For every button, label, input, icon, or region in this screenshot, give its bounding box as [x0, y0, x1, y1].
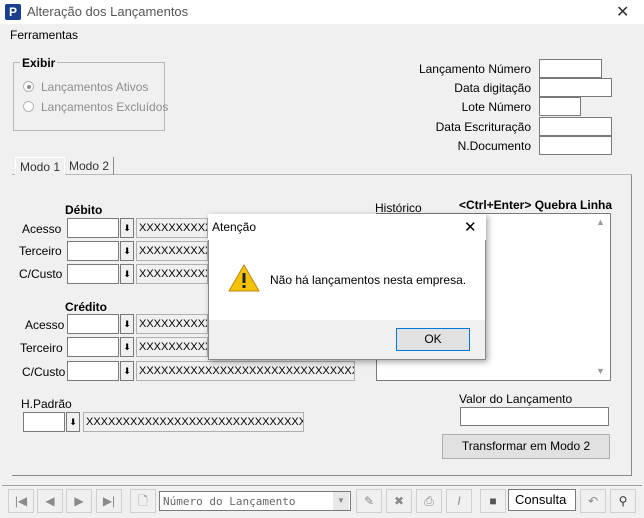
label-data-digitacao: Data digitação — [454, 81, 531, 95]
new-document-icon[interactable]: 🗋 — [130, 489, 156, 513]
credito-ccusto-input[interactable] — [67, 361, 119, 381]
download-arrow-icon[interactable]: ⬇ — [120, 314, 134, 334]
h-padrao-description: XXXXXXXXXXXXXXXXXXXXXXXXXXXXXX — [83, 412, 304, 432]
app-icon: P — [5, 4, 21, 20]
download-arrow-icon[interactable]: ⬇ — [120, 264, 134, 284]
credito-ccusto-label: C/Custo — [22, 365, 66, 379]
debito-acesso-label: Acesso — [22, 222, 62, 236]
debito-ccusto-description: XXXXXXXXXXXXXXXXXXXXXXXXXXXXXXXXX — [136, 264, 208, 284]
numero-lancamento-combo[interactable]: Número do Lançamento — [159, 491, 351, 511]
debito-ccusto-label: C/Custo — [19, 267, 63, 281]
credito-acesso-label: Acesso — [25, 318, 65, 332]
lancamento-numero-input[interactable] — [539, 59, 602, 78]
download-arrow-icon[interactable]: ⬇ — [120, 241, 134, 261]
valor-label: Valor do Lançamento — [459, 392, 573, 406]
h-padrao-label: H.Padrão — [21, 397, 72, 411]
data-escrituracao-input[interactable] — [539, 117, 612, 136]
consulta-field[interactable]: Consulta — [508, 489, 576, 511]
menu-bar — [0, 25, 644, 43]
credito-ccusto-description: XXXXXXXXXXXXXXXXXXXXXXXXXXXXXXXXX — [136, 361, 355, 381]
radio-label-excluidos: Lançamentos Excluídos — [41, 100, 169, 114]
lote-numero-input[interactable] — [539, 97, 581, 116]
dialog-title: Atenção — [212, 220, 257, 234]
binoculars-icon[interactable]: ⚲ — [610, 489, 636, 513]
h-padrao-input[interactable] — [23, 412, 65, 432]
italic-icon[interactable]: I — [446, 489, 472, 513]
credito-terceiro-input[interactable] — [67, 337, 119, 357]
credito-acesso-description: XXXXXXXXXXXXXXXXXXXXXXXXXXXXXXXXX — [136, 314, 208, 334]
download-arrow-icon[interactable]: ⬇ — [120, 361, 134, 381]
chevron-down-icon[interactable]: ▼ — [333, 492, 349, 510]
label-data-escrituracao: Data Escrituração — [435, 120, 531, 134]
data-digitacao-input[interactable] — [539, 78, 612, 97]
edit-icon[interactable]: ✎ — [356, 489, 382, 513]
first-record-icon[interactable]: |◀ — [8, 489, 34, 513]
credito-terceiro-label: Terceiro — [20, 341, 63, 355]
ok-button[interactable]: OK — [396, 328, 470, 351]
window-title: Alteração dos Lançamentos — [27, 4, 189, 19]
n-documento-input[interactable] — [539, 136, 612, 155]
download-arrow-icon[interactable]: ⬇ — [120, 218, 134, 238]
credito-title: Crédito — [65, 300, 107, 314]
debito-acesso-description: XXXXXXXXXXXXXXXXXXXXXXXXXXXXXXXXX — [136, 218, 208, 238]
scroll-down-icon[interactable]: ▼ — [596, 366, 605, 376]
label-lancamento-numero: Lançamento Número — [418, 62, 531, 76]
undo-icon[interactable]: ↶ — [580, 489, 606, 513]
debito-title: Débito — [65, 203, 103, 217]
credito-acesso-input[interactable] — [67, 314, 119, 334]
radio-lancamentos-ativos[interactable] — [23, 81, 34, 92]
dialog-message: Não há lançamentos nesta empresa. — [270, 273, 467, 287]
save-icon[interactable]: ■ — [480, 489, 506, 513]
label-n-documento: N.Documento — [457, 139, 531, 153]
close-icon[interactable]: ✕ — [616, 2, 629, 22]
exibir-legend: Exibir — [20, 56, 58, 70]
valor-input[interactable] — [460, 407, 609, 426]
radio-lancamentos-excluidos[interactable] — [23, 101, 34, 112]
warning-icon — [228, 263, 260, 296]
delete-icon[interactable]: ✖ — [386, 489, 412, 513]
radio-label-ativos: Lançamentos Ativos — [41, 80, 149, 94]
debito-terceiro-description: XXXXXXXXXXXXXXXXXXXXXXXXXXXXXXXXX — [136, 241, 208, 261]
prior-record-icon[interactable]: ◀ — [37, 489, 63, 513]
debito-terceiro-label: Terceiro — [19, 244, 62, 258]
credito-terceiro-description: XXXXXXXXXXXXXXXXXXXXXXXXXXXXXXXXX — [136, 337, 208, 357]
tab-modo-1[interactable]: Modo 1 — [15, 157, 66, 175]
print-icon[interactable]: ⎙ — [416, 489, 442, 513]
debito-ccusto-input[interactable] — [67, 264, 119, 284]
exibir-group — [13, 62, 165, 131]
last-record-icon[interactable]: ▶| — [96, 489, 122, 513]
next-record-icon[interactable]: ▶ — [66, 489, 92, 513]
dialog-close-icon[interactable]: ✕ — [464, 218, 477, 236]
debito-terceiro-input[interactable] — [67, 241, 119, 261]
download-arrow-icon[interactable]: ⬇ — [66, 412, 80, 432]
debito-acesso-input[interactable] — [67, 218, 119, 238]
download-arrow-icon[interactable]: ⬇ — [120, 337, 134, 357]
scroll-up-icon[interactable]: ▲ — [596, 217, 605, 227]
label-lote-numero: Lote Número — [461, 100, 531, 114]
transformar-modo-2-button[interactable]: Transformar em Modo 2 — [442, 434, 610, 459]
tab-modo-2[interactable]: Modo 2 — [64, 157, 115, 175]
menu-item-ferramentas[interactable]: Ferramentas — [10, 28, 78, 42]
historico-hint: <Ctrl+Enter> Quebra Linha — [459, 198, 613, 212]
